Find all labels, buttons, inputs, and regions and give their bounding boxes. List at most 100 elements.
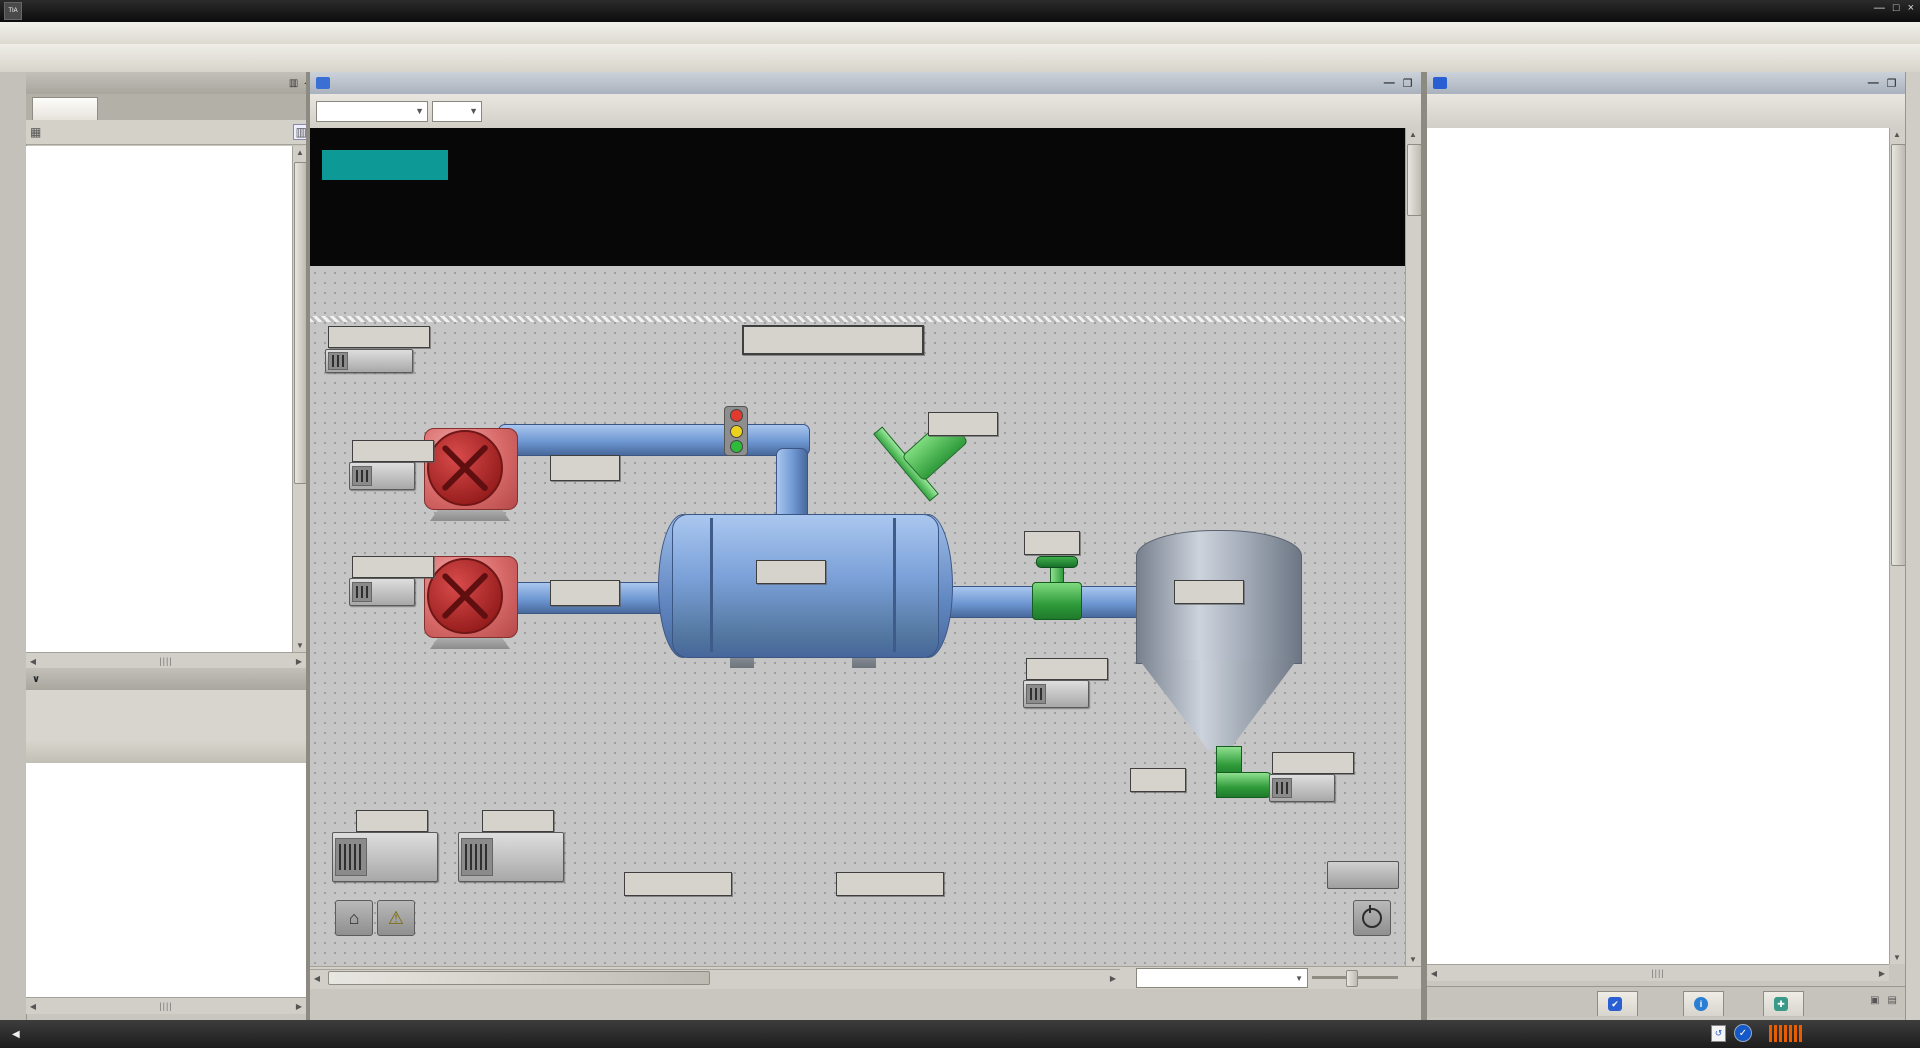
scroll-right-icon[interactable]: ▶ — [292, 1002, 306, 1011]
float-editor-icon[interactable]: ❐ — [1887, 77, 1897, 90]
hmi-label-storage-tank[interactable] — [1174, 580, 1244, 604]
tank-seam — [893, 518, 896, 652]
canvas-vscrollbar[interactable]: ▲ ▼ — [1405, 128, 1422, 966]
download-icon: ↺ — [1711, 1024, 1726, 1042]
hmi-label-system-switch[interactable] — [356, 810, 428, 832]
scroll-up-icon[interactable]: ▲ — [293, 148, 307, 157]
right-task-card-strip — [1905, 72, 1920, 1020]
pin-panel-icon[interactable]: ▥ — [289, 78, 298, 89]
float-editor-icon[interactable]: ❐ — [1403, 77, 1413, 90]
dock-down-icon[interactable]: ▣ — [1870, 995, 1879, 1006]
canvas-hscrollbar[interactable]: ◀ ▶ — [310, 969, 1120, 986]
tab-diagnostics[interactable]: ✚ — [1763, 991, 1804, 1016]
hmi-label-acid[interactable] — [550, 455, 620, 481]
valve1-body[interactable] — [1032, 582, 1082, 620]
power-button[interactable] — [1353, 900, 1391, 936]
minimize-editor-icon[interactable]: — — [1384, 77, 1395, 90]
window-controls[interactable]: — □ × — [1874, 2, 1914, 14]
hmi-label-feed-control-1[interactable] — [352, 440, 434, 462]
hmi-button-system-switch[interactable] — [332, 832, 438, 882]
hmi-button-prev-page[interactable] — [1327, 861, 1399, 889]
properties-icon: ✔ — [1608, 997, 1622, 1011]
tab-info[interactable]: i — [1683, 991, 1724, 1016]
scrollbar-thumb[interactable] — [1891, 144, 1906, 566]
tab-devices[interactable] — [32, 97, 98, 121]
hmi-label-feed-control-2[interactable] — [352, 556, 434, 578]
hmi-button-drain-1[interactable] — [1023, 680, 1089, 708]
hmi-label-mode-switch[interactable] — [482, 810, 554, 832]
hmi-label-valve2[interactable] — [1130, 768, 1186, 792]
scrollbar-thumb[interactable] — [328, 971, 710, 985]
status-light-stack[interactable] — [724, 406, 748, 456]
chevron-down-icon[interactable]: ∨ — [32, 674, 40, 685]
hmi-label-gauge1[interactable] — [624, 872, 732, 896]
project-tree-vscrollbar[interactable]: ▲ ▼ — [292, 146, 307, 652]
script-code-area[interactable] — [1427, 128, 1889, 964]
hmi-label-mix-tank[interactable] — [756, 560, 826, 584]
scrollbar-thumb[interactable] — [1407, 144, 1422, 216]
hmi-label-gauge2[interactable] — [836, 872, 944, 896]
scroll-down-icon[interactable]: ▼ — [1406, 955, 1420, 964]
alarm-button[interactable]: ⚠ — [377, 900, 415, 936]
siemens-logo — [322, 150, 448, 180]
gauge-storage-tank-level[interactable] — [801, 696, 977, 872]
zoom-select[interactable]: ▼ — [1136, 968, 1308, 988]
project-tree-list[interactable] — [26, 146, 292, 652]
scroll-right-icon[interactable]: ▶ — [1875, 969, 1889, 978]
font-size-select[interactable]: ▼ — [432, 100, 482, 122]
hmi-button-mode-switch[interactable] — [458, 832, 564, 882]
minimize-editor-icon[interactable]: — — [1868, 77, 1879, 90]
hmi-label-drain-control-1[interactable] — [1026, 658, 1108, 680]
dock-up-icon[interactable]: ▤ — [1888, 995, 1897, 1006]
scrollbar-grip[interactable]: |||| — [159, 1001, 172, 1011]
hmi-label-cycle-trigger[interactable] — [328, 326, 430, 348]
diagnostics-icon: ✚ — [1774, 997, 1788, 1011]
project-tree-hscrollbar[interactable]: ◀ |||| ▶ — [26, 652, 306, 669]
gauge-mix-tank-level[interactable] — [589, 696, 765, 872]
valve1-handwheel[interactable] — [1036, 556, 1078, 568]
scroll-right-icon[interactable]: ▶ — [1106, 974, 1120, 983]
hmi-button-drain-2[interactable] — [1269, 774, 1335, 802]
script-vscrollbar[interactable]: ▲ ▼ — [1889, 128, 1906, 964]
scroll-up-icon[interactable]: ▲ — [1890, 130, 1904, 139]
scroll-up-icon[interactable]: ▲ — [1406, 130, 1420, 139]
window-titlebar: TIA — □ × — [0, 0, 1920, 22]
scroll-down-icon[interactable]: ▼ — [1890, 953, 1904, 962]
project-tree-tabrow — [26, 94, 306, 121]
close-icon[interactable]: × — [1908, 2, 1914, 14]
hmi-label-drain-control-2[interactable] — [1272, 752, 1354, 774]
scroll-left-icon[interactable]: ◀ — [310, 974, 324, 983]
scroll-right-icon[interactable]: ▶ — [292, 657, 306, 666]
portal-view-button[interactable]: ◀ — [0, 1029, 39, 1040]
home-icon: ⌂ — [348, 907, 360, 928]
hmi-label-valve1[interactable] — [1024, 531, 1080, 555]
details-view-rows[interactable] — [26, 763, 306, 997]
template-boundary — [310, 316, 1405, 322]
scroll-left-icon[interactable]: ◀ — [1427, 969, 1441, 978]
hmi-screen-canvas[interactable]: ⌂ ⚠ — [310, 128, 1405, 966]
scroll-left-icon[interactable]: ◀ — [26, 1002, 40, 1011]
pump1-fan-icon[interactable] — [427, 430, 503, 506]
hmi-button-cycle-trigger[interactable] — [325, 349, 413, 373]
hmi-label-mixer[interactable] — [928, 412, 998, 436]
hmi-title-box[interactable] — [742, 325, 924, 355]
home-button[interactable]: ⌂ — [335, 900, 373, 936]
device-view-icon[interactable]: ▦ — [30, 125, 41, 139]
hmi-button-feed-1[interactable] — [349, 462, 415, 490]
hmi-button-feed-2[interactable] — [349, 578, 415, 606]
scrollbar-grip[interactable]: |||| — [159, 656, 172, 666]
maximize-icon[interactable]: □ — [1893, 2, 1900, 14]
tab-properties[interactable]: ✔ — [1597, 991, 1638, 1016]
hmi-label-water[interactable] — [550, 580, 620, 606]
zoom-slider-thumb[interactable] — [1346, 970, 1358, 987]
switch-icon — [328, 352, 348, 370]
scroll-down-icon[interactable]: ▼ — [293, 641, 307, 650]
details-view-hscrollbar[interactable]: ◀ |||| ▶ — [26, 997, 306, 1014]
scrollbar-grip[interactable]: |||| — [1651, 968, 1664, 978]
minimize-icon[interactable]: — — [1874, 2, 1885, 14]
project-tree-toolbar: ▦ ▥ — [26, 120, 314, 145]
pump2-fan-icon[interactable] — [427, 558, 503, 634]
script-hscrollbar[interactable]: ◀ |||| ▶ — [1427, 964, 1889, 981]
scroll-left-icon[interactable]: ◀ — [26, 657, 40, 666]
font-family-select[interactable]: ▼ — [316, 100, 428, 122]
